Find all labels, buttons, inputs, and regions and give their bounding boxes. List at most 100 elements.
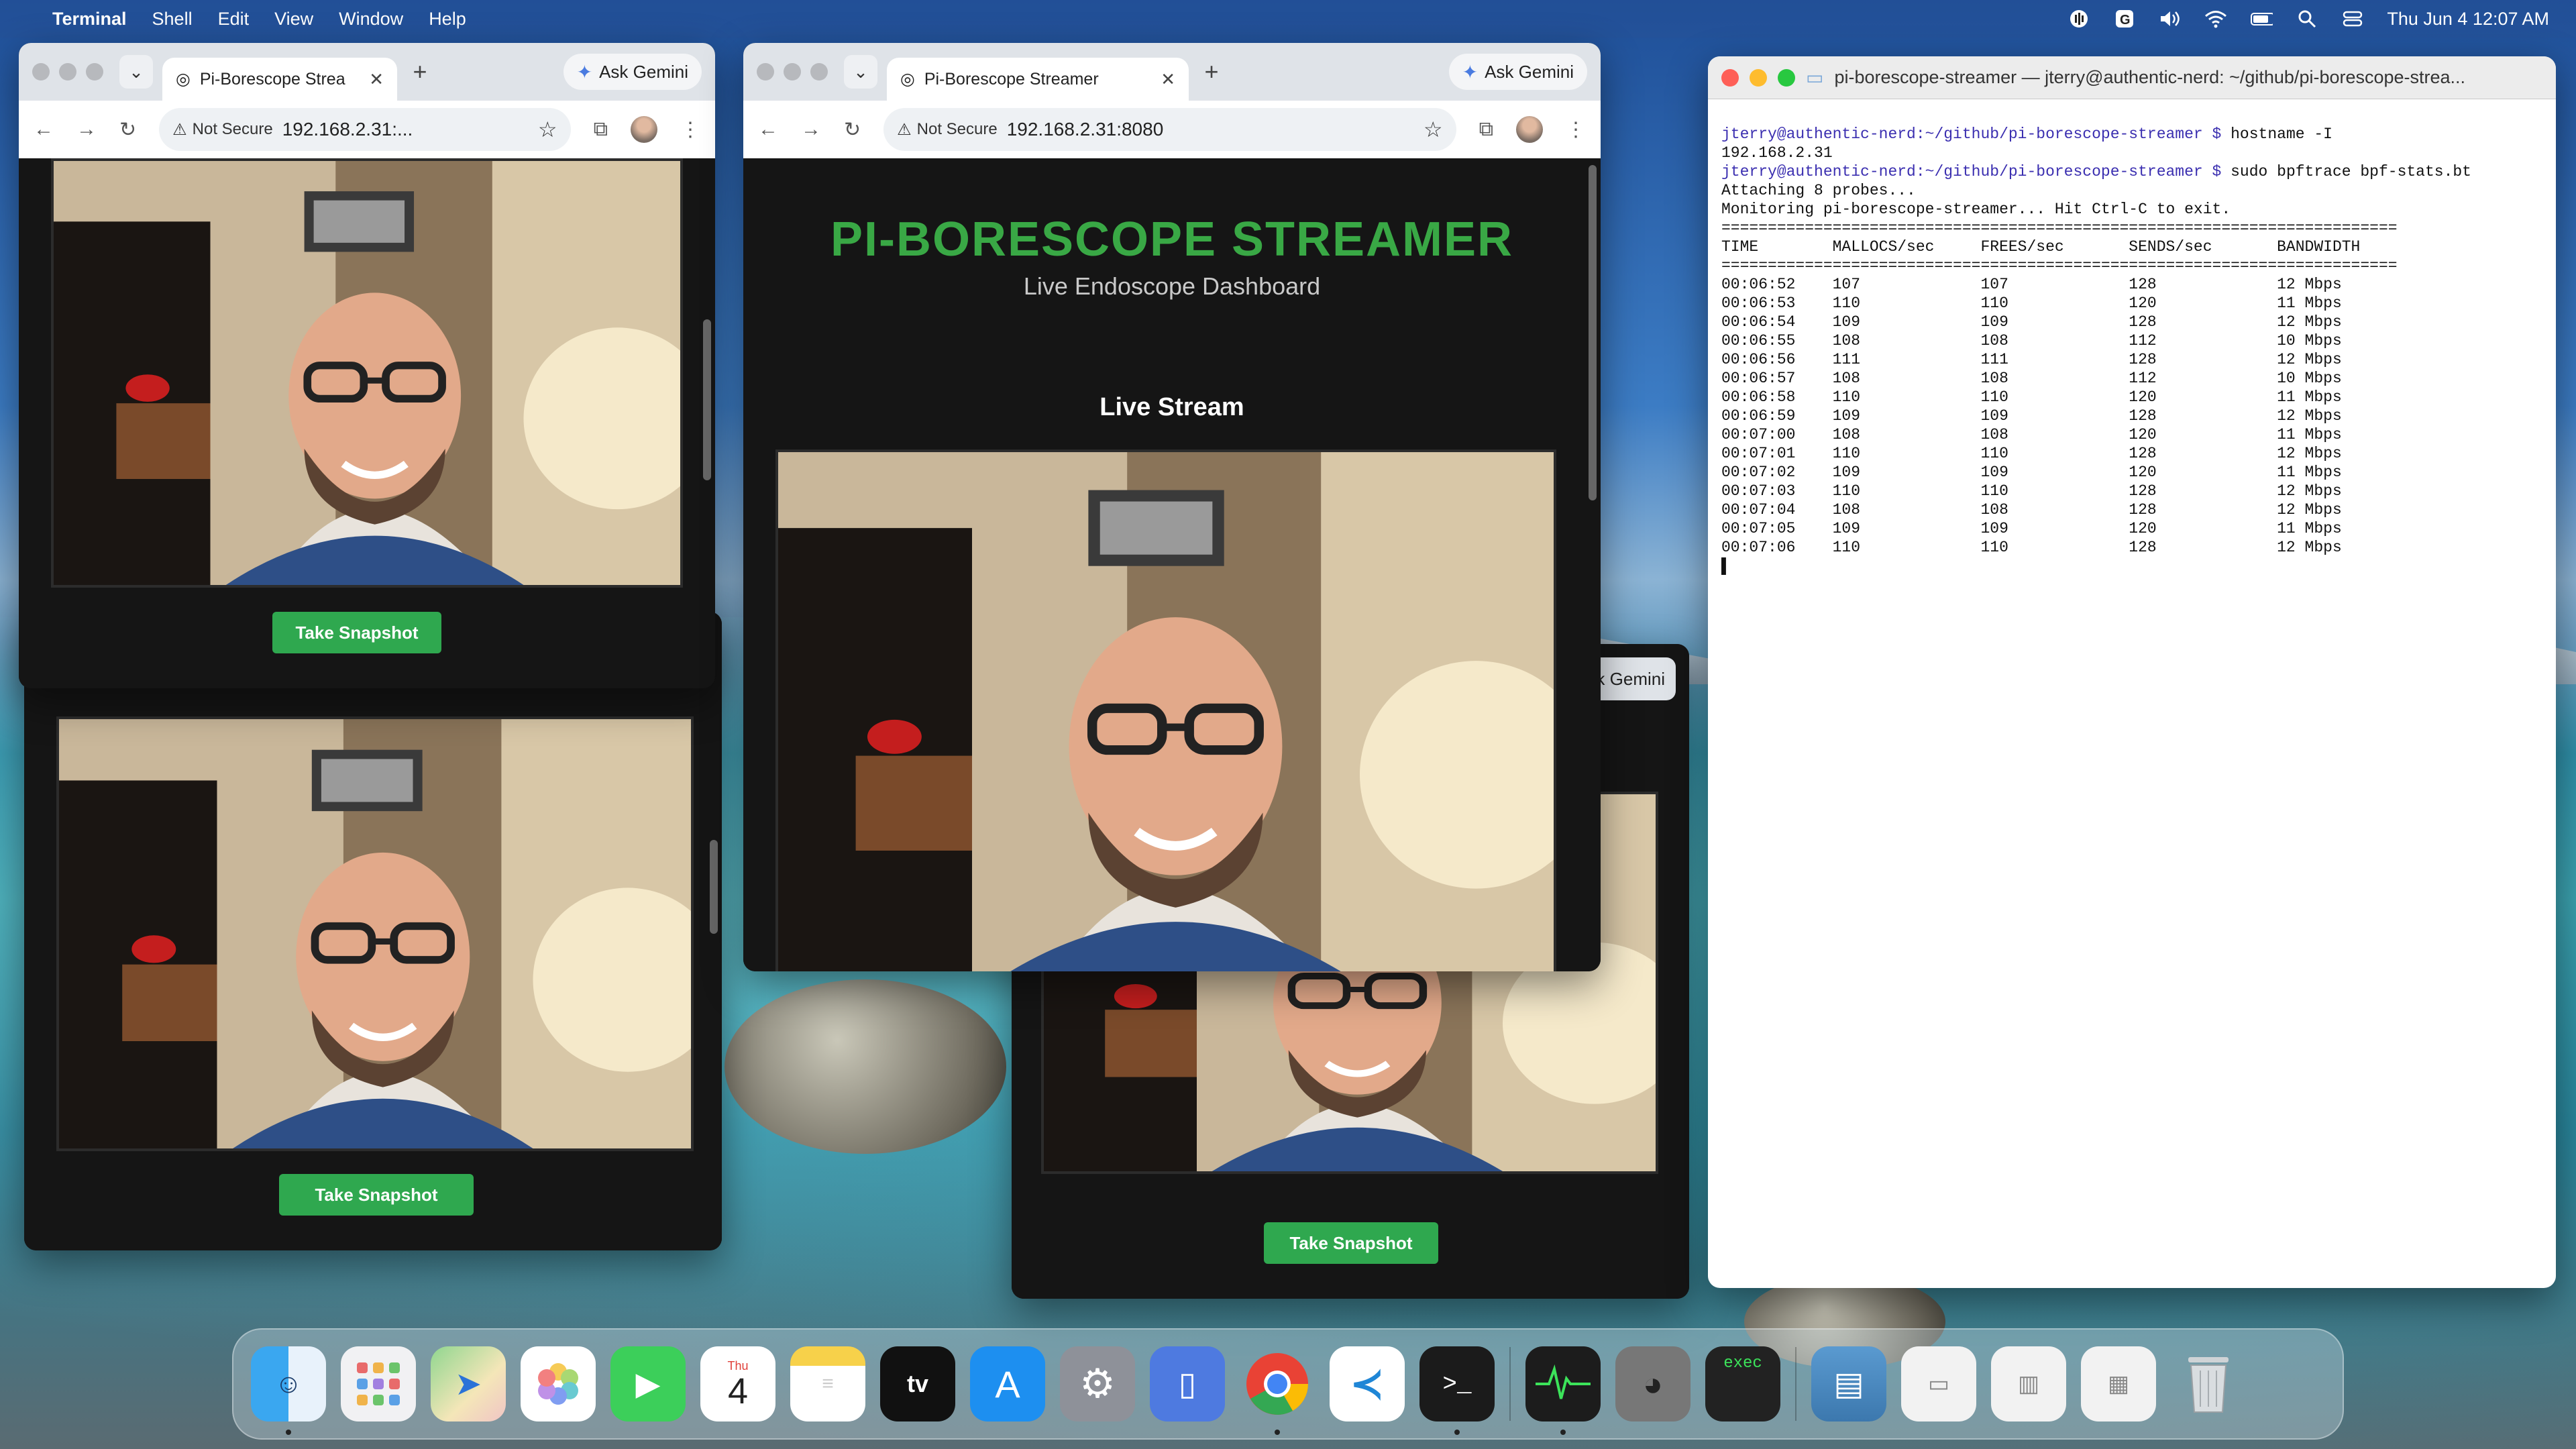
profile-avatar[interactable] [1516,116,1543,143]
menu-app-name[interactable]: Terminal [52,9,127,30]
tab-search-chevron-icon[interactable]: ⌄ [844,55,877,89]
menu-bar: Terminal Shell Edit View Window Help G T… [0,0,2576,38]
chrome-icon[interactable] [1240,1346,1315,1435]
photos-icon[interactable] [521,1346,596,1421]
zoom-window-icon[interactable] [810,63,828,80]
kebab-menu-icon[interactable]: ⋮ [1566,118,1586,142]
back-icon[interactable]: ← [34,118,54,141]
bookmark-star-icon[interactable]: ☆ [1424,117,1443,142]
close-window-icon[interactable] [1721,68,1739,87]
chrome-window-thumb-icon[interactable]: ▭ [1901,1346,1976,1421]
close-tab-icon[interactable]: ✕ [369,69,384,90]
zoom-window-icon[interactable] [86,63,103,80]
terminal-icon[interactable]: >_ [1419,1346,1495,1435]
tab-search-chevron-icon[interactable]: ⌄ [119,55,153,89]
browser-window-top-left: ⌄ ◎ Pi-Borescope Strea ✕ + ✦ Ask Gemini ←… [19,43,715,688]
extensions-icon[interactable]: ⧉ [1479,118,1493,141]
activity-monitor-icon[interactable] [1525,1346,1601,1435]
zoom-window-icon[interactable] [1778,68,1795,87]
forward-icon[interactable]: → [801,118,821,141]
terminal-output[interactable]: jterry@authentic-nerd:~/github/pi-boresc… [1708,99,2556,620]
address-bar[interactable]: ⚠ Not Secure 192.168.2.31:8080 ☆ [883,108,1456,151]
ask-gemini-button[interactable]: ✦ Ask Gemini [1448,54,1587,90]
live-stream-video [51,158,683,588]
terminal-line: Attaching 8 probes... [1721,182,1916,199]
gimp-icon[interactable]: ◕ [1615,1346,1690,1421]
audio-waveform-icon[interactable] [2068,9,2090,29]
tab-pi-borescope[interactable]: ◎ Pi-Borescope Streamer ✕ [887,58,1189,101]
menu-view[interactable]: View [274,9,313,30]
stats-row: 00:06:55 108 108 112 10 Mbps [1721,332,2342,350]
minimize-window-icon[interactable] [1750,68,1767,87]
terminal-glyph: >_ [1442,1370,1472,1398]
battery-icon[interactable] [2250,9,2273,29]
stats-row: 00:07:03 110 110 128 12 Mbps [1721,482,2342,500]
stats-row: 00:07:05 109 109 120 11 Mbps [1721,520,2342,537]
stats-row: 00:06:53 110 110 120 11 Mbps [1721,294,2342,312]
minimize-window-icon[interactable] [784,63,801,80]
menu-window[interactable]: Window [339,9,403,30]
maps-icon[interactable]: ➤ [431,1346,506,1421]
rule-line: ========================================… [1721,257,2398,274]
facetime-icon[interactable]: ▶ [610,1346,686,1421]
clock[interactable]: Thu Jun 4 12:07 AM [2387,9,2549,30]
not-secure-badge[interactable]: ⚠ Not Secure [897,120,998,140]
ask-gemini-button[interactable]: ✦ Ask Gemini [563,54,702,90]
terminal-line: Monitoring pi-borescope-streamer... Hit … [1721,201,2231,218]
kebab-menu-icon[interactable]: ⋮ [680,118,700,142]
reload-icon[interactable]: ↻ [844,118,861,142]
app-store-icon[interactable]: A [970,1346,1045,1421]
shell-prompt: jterry@authentic-nerd:~/github/pi-boresc… [1721,125,2222,143]
menu-edit[interactable]: Edit [218,9,250,30]
finder-icon[interactable]: ☺ [251,1346,326,1435]
bookmark-star-icon[interactable]: ☆ [538,117,557,142]
terminal-titlebar: ▭ pi-borescope-streamer — jterry@authent… [1708,56,2556,99]
tab-pi-borescope[interactable]: ◎ Pi-Borescope Strea ✕ [162,58,397,101]
take-snapshot-button[interactable]: Take Snapshot [1264,1222,1438,1264]
new-tab-icon[interactable]: + [1198,58,1225,86]
not-secure-badge[interactable]: ⚠ Not Secure [172,120,273,140]
close-window-icon[interactable] [32,63,50,80]
forward-icon[interactable]: → [76,118,97,141]
not-secure-label: Not Secure [192,120,273,138]
control-center-icon[interactable] [2341,9,2364,29]
spotlight-search-icon[interactable] [2296,9,2318,29]
extensions-icon[interactable]: ⧉ [594,118,608,141]
notes-icon[interactable]: ≡ [790,1346,865,1421]
activity-window-thumb-icon[interactable]: ▦ [2081,1346,2156,1421]
scrollbar[interactable] [710,840,718,934]
take-snapshot-button[interactable]: Take Snapshot [279,1174,474,1216]
stats-row: 00:07:02 109 109 120 11 Mbps [1721,464,2342,481]
apple-tv-icon[interactable]: tv [880,1346,955,1421]
minimize-window-icon[interactable] [59,63,76,80]
window-thumb-icon[interactable]: ▥ [1991,1346,2066,1421]
gemini-star-icon: ✦ [576,61,593,83]
vscode-icon[interactable]: ≺ [1330,1346,1405,1421]
menu-shell[interactable]: Shell [152,9,193,30]
scrollbar[interactable] [1589,165,1597,500]
simulator-icon[interactable]: ▯ [1150,1346,1225,1421]
scrollbar[interactable] [703,319,711,480]
warning-icon: ⚠ [172,120,187,139]
close-window-icon[interactable] [757,63,774,80]
exec-icon[interactable]: exec [1705,1346,1780,1421]
grammarly-icon[interactable]: G [2113,9,2136,29]
close-tab-icon[interactable]: ✕ [1161,69,1175,90]
browser-chrome: ⌄ ◎ Pi-Borescope Strea ✕ + ✦ Ask Gemini ←… [19,43,715,158]
calendar-icon[interactable]: Thu 4 [700,1346,775,1421]
menu-help[interactable]: Help [429,9,466,30]
wifi-icon[interactable] [2204,9,2227,29]
trash-icon[interactable] [2171,1346,2246,1421]
folder-stack-icon[interactable]: ▤ [1811,1346,1886,1421]
reload-icon[interactable]: ↻ [119,118,136,142]
launchpad-icon[interactable] [341,1346,416,1421]
rule-line: ========================================… [1721,219,2398,237]
new-tab-icon[interactable]: + [407,58,433,86]
profile-avatar[interactable] [631,116,657,143]
system-settings-icon[interactable]: ⚙ [1060,1346,1135,1421]
browser-window-main: ⌄ ◎ Pi-Borescope Streamer ✕ + ✦ Ask Gemin… [743,43,1601,971]
volume-icon[interactable] [2159,9,2182,29]
take-snapshot-button[interactable]: Take Snapshot [272,612,441,653]
back-icon[interactable]: ← [758,118,778,141]
address-bar[interactable]: ⚠ Not Secure 192.168.2.31:... ☆ [159,108,571,151]
